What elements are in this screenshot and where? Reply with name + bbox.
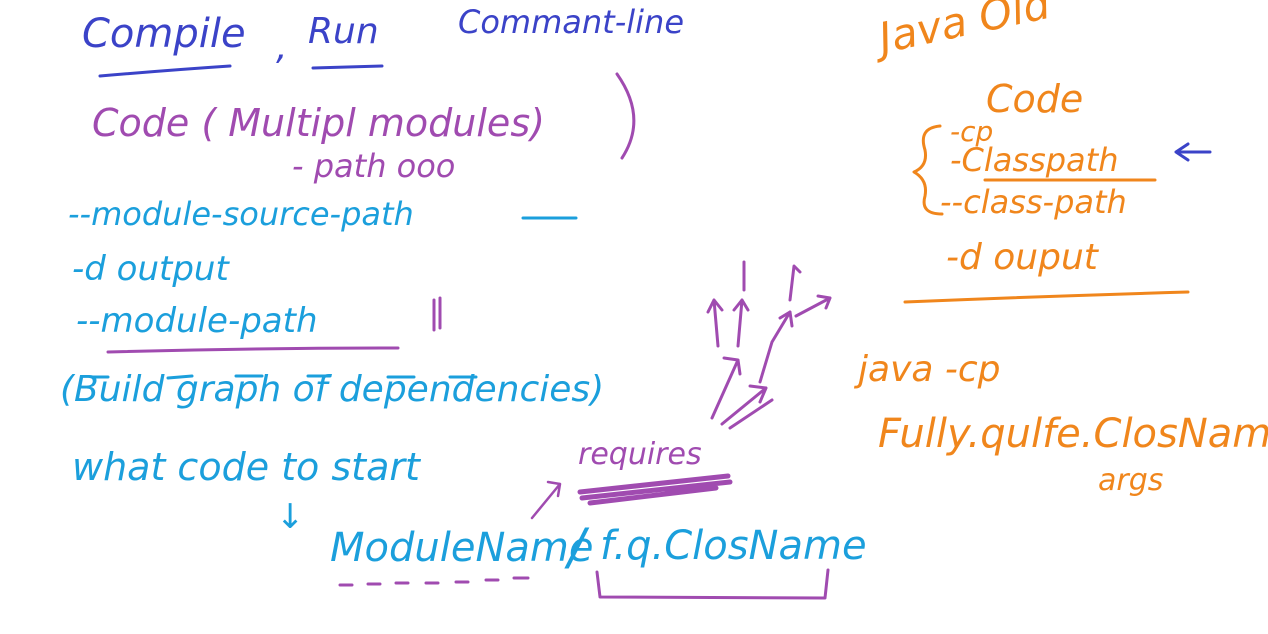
code-multiple-modules: Code ( Multipl modules) <box>92 101 545 145</box>
module-source-path-option: --module-source-path <box>68 195 414 233</box>
module-path-underline <box>106 346 400 354</box>
java-old-code: Code <box>986 77 1084 121</box>
module-name: ModuleName <box>330 525 594 571</box>
module-name-slash: / <box>568 518 585 576</box>
class-path-option: --class-path <box>940 183 1127 221</box>
fq-class-bracket <box>595 568 830 600</box>
path-line: - path ooo <box>292 147 456 185</box>
classpath-option: -Classpath <box>950 141 1119 179</box>
build-graph-note: (Build graph of dependencies) <box>60 369 605 410</box>
java-old-d-output: -d ouput <box>946 237 1098 278</box>
multiple-modules-paren <box>615 72 636 160</box>
down-arrow-icon: ↓ <box>276 497 305 537</box>
fully-qualified-class: f.q.ClosName <box>600 523 867 569</box>
d-output-option: -d output <box>72 249 229 289</box>
title-run: Run <box>308 11 379 52</box>
compile-underline <box>98 64 232 78</box>
fully-qualified-class-name: Fully.qulfe.ClosName <box>878 411 1268 457</box>
requires-underline <box>577 473 733 506</box>
requires-arrow <box>530 480 562 520</box>
run-underline <box>311 64 384 70</box>
java-old-brace <box>912 124 944 216</box>
java-cp-command: java -cp <box>858 349 1001 390</box>
module-path-option: --module-path <box>76 301 318 341</box>
whiteboard: Compile , Run Commant-line Code ( Multip… <box>0 0 1268 634</box>
requires-label: requires <box>578 437 702 472</box>
title-comma: , <box>276 27 288 68</box>
module-name-dashes <box>338 576 530 587</box>
classpath-pointer-arrow <box>1174 142 1212 162</box>
args-label: args <box>1098 463 1164 498</box>
java-old-separator <box>903 290 1190 304</box>
title-compile: Compile <box>82 11 246 57</box>
dependency-graph <box>706 260 832 430</box>
what-code-to-start: what code to start <box>72 445 420 489</box>
title-commandline: Commant-line <box>458 3 684 41</box>
